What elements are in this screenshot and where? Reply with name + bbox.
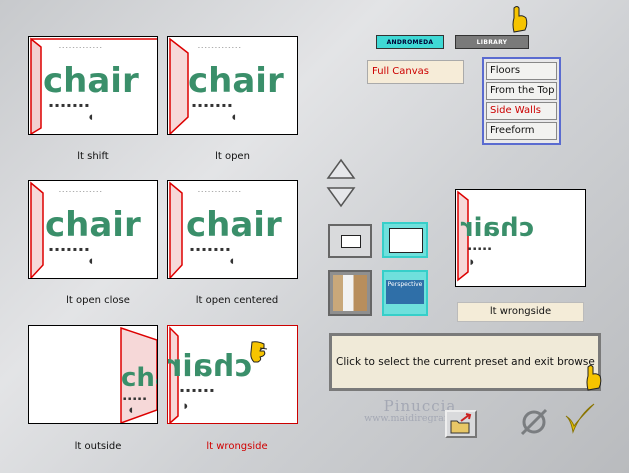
preview-illustration: chair ▪ ▪ ▪ ▪ ▪ ◗ — [457, 190, 534, 282]
down-arrow-icon[interactable] — [326, 186, 356, 208]
thumb-caption: lt open — [215, 151, 250, 162]
thumb-chair-text: chair — [121, 363, 158, 393]
preset-thumb-lt-outside[interactable]: chair ▪ ▪ ▪ ▪ ▪ ◖ — [28, 325, 158, 424]
preset-thumb-lt-open[interactable]: - - - - - - - - - - - - - chair ▪ ▪ ▪ ▪ … — [167, 36, 298, 135]
thumb-chair-text: chair — [186, 205, 282, 245]
thumb-caption: lt outside — [74, 441, 122, 452]
thumb-illustration: chair ▪ ▪ ▪ ▪ ▪ ▪ ◗ — [168, 326, 252, 423]
svg-text:▪ ▪ ▪ ▪ ▪ ▪ ▪: ▪ ▪ ▪ ▪ ▪ ▪ ▪ — [192, 102, 232, 109]
preset-preview: chair ▪ ▪ ▪ ▪ ▪ ◗ — [455, 189, 586, 287]
canvas-select[interactable]: Full Canvas — [367, 60, 464, 84]
perspective-icon[interactable]: Perspective — [382, 270, 428, 316]
menu-item-floors[interactable]: Floors — [486, 62, 557, 80]
svg-text:▪ ▪ ▪ ▪ ▪ ▪ ▪: ▪ ▪ ▪ ▪ ▪ ▪ ▪ — [49, 246, 89, 253]
checkmark-icon[interactable] — [562, 402, 596, 436]
pointing-hand-icon — [586, 365, 602, 391]
svg-text:◖: ◖ — [232, 113, 236, 121]
thumb-chair-text: chair — [45, 205, 141, 245]
rectangle-icon[interactable] — [328, 224, 372, 258]
status-bar: Click to select the current preset and e… — [329, 333, 601, 391]
thumb-caption: lt shift — [77, 151, 109, 162]
preset-thumb-lt-open-close[interactable]: - - - - - - - - - - - - - chair ▪ ▪ ▪ ▪ … — [28, 180, 158, 279]
svg-text:◖: ◖ — [89, 113, 93, 121]
thumb-illustration: chair ▪ ▪ ▪ ▪ ▪ ◖ — [120, 326, 158, 423]
svg-text:◗: ◗ — [470, 258, 474, 266]
svg-text:◗: ◗ — [184, 402, 188, 410]
thumb-caption: lt open close — [66, 295, 130, 306]
preset-thumb-lt-wrongside[interactable]: chair ▪ ▪ ▪ ▪ ▪ ▪ ◗ — [167, 325, 298, 424]
tab-library[interactable]: LIBRARY — [455, 35, 529, 49]
svg-text:▪ ▪ ▪ ▪ ▪ ▪ ▪: ▪ ▪ ▪ ▪ ▪ ▪ ▪ — [49, 102, 89, 109]
no-sign-icon[interactable] — [518, 407, 550, 437]
menu-item-freeform[interactable]: Freeform — [486, 122, 557, 140]
svg-text:- - - - - - - - - - - - -: - - - - - - - - - - - - - — [198, 189, 241, 195]
menu-item-from-the-top[interactable]: From the Top — [486, 82, 557, 100]
svg-text:▪ ▪ ▪ ▪ ▪: ▪ ▪ ▪ ▪ ▪ — [123, 396, 146, 402]
svg-text:▪ ▪ ▪ ▪ ▪ ▪ ▪: ▪ ▪ ▪ ▪ ▪ ▪ ▪ — [190, 246, 230, 253]
thumb-caption-selected: lt wrongside — [206, 441, 268, 452]
open-folder-icon — [450, 413, 472, 434]
pointing-hand-icon — [512, 6, 528, 33]
up-arrow-icon[interactable] — [326, 158, 356, 180]
menu-item-side-walls[interactable]: Side Walls — [486, 102, 557, 120]
svg-text:◖: ◖ — [129, 406, 133, 414]
thumb-chair-text: chair — [168, 349, 252, 384]
thumb-caption: lt open centered — [195, 295, 279, 306]
thumb-illustration: - - - - - - - - - - - - - chair ▪ ▪ ▪ ▪ … — [169, 181, 282, 278]
preset-thumb-lt-shift[interactable]: - - - - - - - - - - - - - chair ▪ ▪ ▪ ▪ … — [28, 36, 158, 135]
thumb-chair-text: chair — [188, 61, 284, 101]
open-folder-button[interactable] — [445, 410, 477, 438]
perspective-label: Perspective — [386, 280, 424, 304]
pattern-thumb — [333, 275, 367, 311]
preset-thumb-lt-open-centered[interactable]: - - - - - - - - - - - - - chair ▪ ▪ ▪ ▪ … — [167, 180, 298, 279]
pattern-preview-button[interactable] — [328, 270, 372, 316]
thumb-illustration: - - - - - - - - - - - - - chair ▪ ▪ ▪ ▪ … — [30, 37, 157, 134]
preview-label: lt wrongside — [457, 302, 584, 322]
svg-text:◖: ◖ — [89, 257, 93, 265]
category-menu: Floors From the Top Side Walls Freeform — [482, 57, 561, 145]
tab-andromeda[interactable]: ANDROMEDA — [376, 35, 444, 49]
svg-text:- - - - - - - - - - - - -: - - - - - - - - - - - - - — [59, 189, 102, 195]
svg-text:◖: ◖ — [230, 257, 234, 265]
svg-text:▪ ▪ ▪ ▪ ▪ ▪: ▪ ▪ ▪ ▪ ▪ ▪ — [180, 387, 214, 394]
thumb-illustration: - - - - - - - - - - - - - chair ▪ ▪ ▪ ▪ … — [169, 37, 284, 134]
wide-rectangle-icon[interactable] — [382, 222, 428, 258]
svg-text:- - - - - - - - - - - - -: - - - - - - - - - - - - - — [59, 45, 102, 51]
svg-text:▪ ▪ ▪ ▪ ▪: ▪ ▪ ▪ ▪ ▪ — [468, 246, 491, 252]
preview-chair-text: chair — [461, 213, 534, 243]
pointing-hand-icon — [250, 341, 268, 363]
svg-text:- - - - - - - - - - - - -: - - - - - - - - - - - - - — [198, 45, 241, 51]
thumb-illustration: - - - - - - - - - - - - - chair ▪ ▪ ▪ ▪ … — [30, 181, 141, 278]
thumb-chair-text: chair — [43, 61, 139, 101]
